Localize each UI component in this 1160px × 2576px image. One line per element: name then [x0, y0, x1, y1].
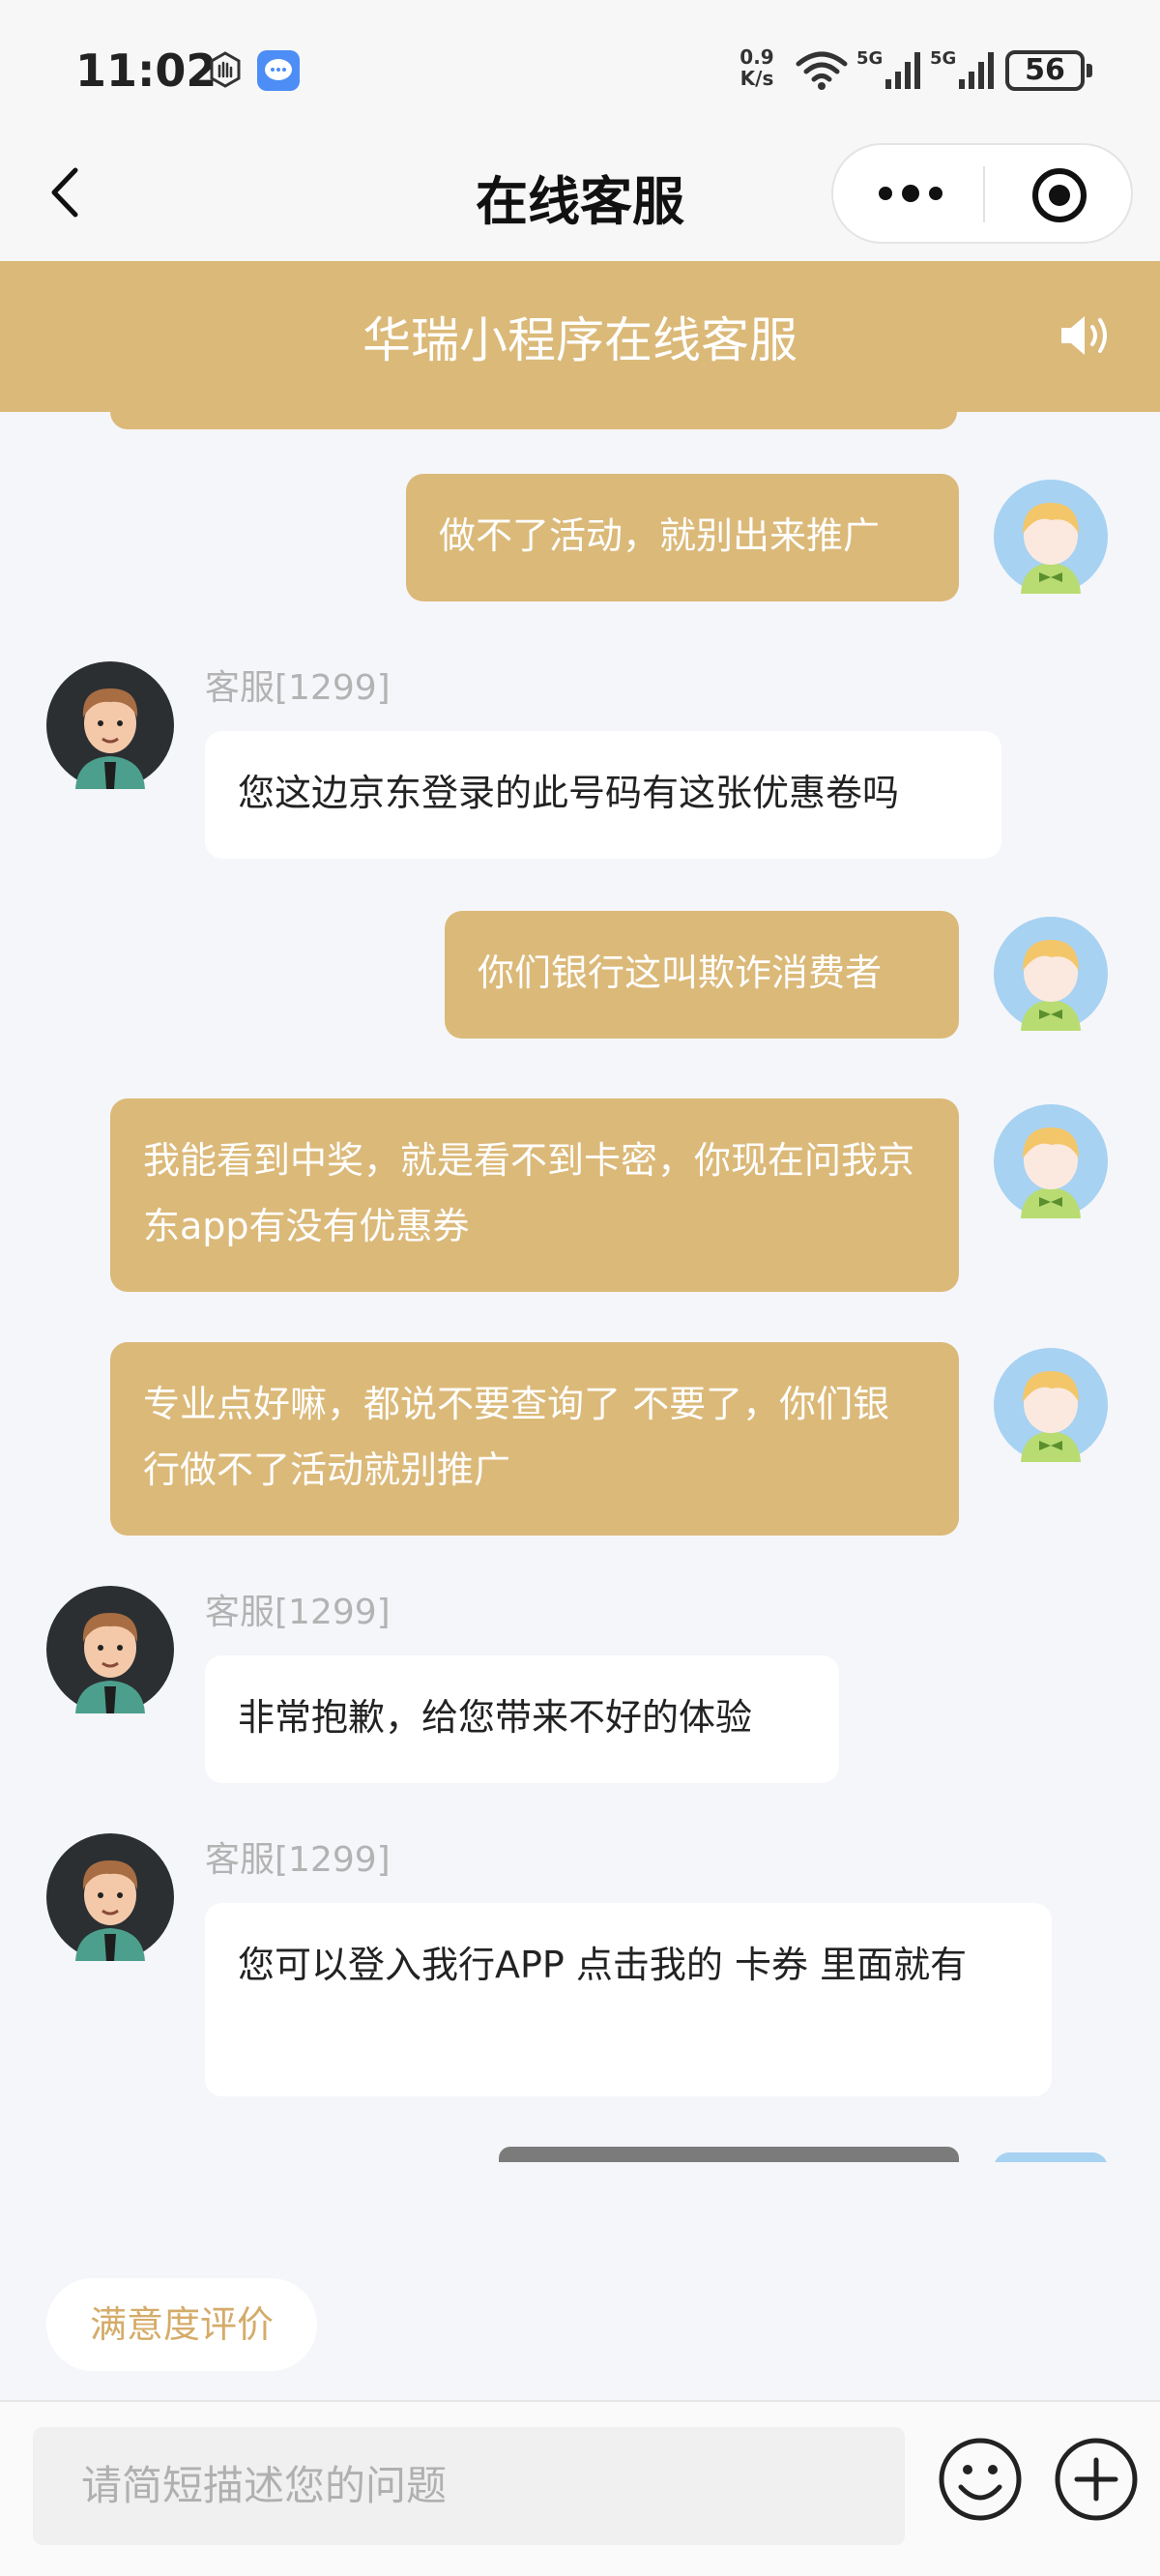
signal-5g-icon-2: 5G — [930, 48, 994, 89]
hand-icon — [210, 51, 241, 88]
user-avatar — [994, 1348, 1108, 1462]
agent-name: 客服[1299] — [205, 1593, 391, 1632]
emoji-icon[interactable] — [932, 2431, 1029, 2528]
agent-name: 客服[1299] — [205, 1840, 391, 1880]
message-text: 你们银行这叫欺诈消费者 — [478, 951, 883, 994]
service-banner: 华瑞小程序在线客服 — [0, 261, 1160, 412]
agent-name: 客服[1299] — [205, 668, 391, 708]
agent-message-bubble: 非常抱歉，给您带来不好的体验 — [205, 1655, 839, 1783]
pending-message-bubble — [499, 2147, 959, 2162]
message-text: 专业点好嘛，都说不要查询了 不要了，你们银行做不了活动就别推广 — [143, 1383, 890, 1491]
agent-avatar — [46, 661, 174, 789]
user-message-bubble: 专业点好嘛，都说不要查询了 不要了，你们银行做不了活动就别推广 — [110, 1342, 959, 1536]
message-text: 非常抱歉，给您带来不好的体验 — [238, 1696, 753, 1739]
user-message-bubble: 你们银行这叫欺诈消费者 — [445, 911, 959, 1039]
capsule-divider — [983, 166, 985, 222]
user-avatar — [994, 1104, 1108, 1218]
input-bar: 请简短描述您的问题 — [0, 2400, 1160, 2576]
svg-text:5G: 5G — [930, 48, 956, 69]
user-avatar — [994, 917, 1108, 1031]
satisfaction-rating-button[interactable]: 满意度评价 — [46, 2278, 317, 2371]
user-avatar — [994, 2152, 1108, 2162]
message-input[interactable]: 请简短描述您的问题 — [33, 2427, 905, 2545]
wifi-icon — [796, 51, 848, 90]
message-text: 您这边京东登录的此号码有这张优惠卷吗 — [238, 772, 900, 814]
user-message-bubble: 做不了活动，就别出来推广 — [406, 474, 959, 601]
battery-indicator: 56 — [1005, 50, 1092, 91]
more-dots-icon[interactable] — [872, 174, 949, 213]
agent-message-bubble: 您这边京东登录的此号码有这张优惠卷吗 — [205, 731, 1001, 859]
previous-message-bubble — [110, 412, 957, 429]
agent-avatar — [46, 1833, 174, 1961]
user-message-bubble: 我能看到中奖，就是看不到卡密，你现在问我京东app有没有优惠券 — [110, 1098, 959, 1292]
net-speed: 0.9 K/s — [740, 45, 774, 90]
message-app-icon — [257, 50, 300, 91]
chat-list[interactable]: 做不了活动，就别出来推广 客服[1299] 您这边京东登录的此号码有这张优惠卷吗… — [0, 412, 1160, 2162]
agent-avatar — [46, 1586, 174, 1713]
mini-program-capsule — [831, 143, 1133, 244]
status-time: 11:02 — [75, 44, 218, 97]
message-text: 做不了活动，就别出来推广 — [439, 514, 881, 557]
signal-5g-icon: 5G — [856, 48, 920, 89]
banner-title: 华瑞小程序在线客服 — [362, 312, 798, 368]
agent-message-bubble: 您可以登入我行APP 点击我的 卡券 里面就有 — [205, 1903, 1052, 2096]
status-bar: 11:02 0.9 K/s 5G 5G 56 — [0, 0, 1160, 135]
plus-icon[interactable] — [1048, 2431, 1145, 2528]
message-text: 我能看到中奖，就是看不到卡密，你现在问我京东app有没有优惠券 — [143, 1139, 915, 1247]
target-icon[interactable] — [1030, 166, 1088, 224]
message-text: 您可以登入我行APP 点击我的 卡券 里面就有 — [238, 1944, 968, 1986]
svg-text:5G: 5G — [856, 48, 883, 69]
speaker-icon[interactable] — [1058, 311, 1114, 360]
nav-bar: 在线客服 — [0, 135, 1160, 261]
user-avatar — [994, 480, 1108, 594]
